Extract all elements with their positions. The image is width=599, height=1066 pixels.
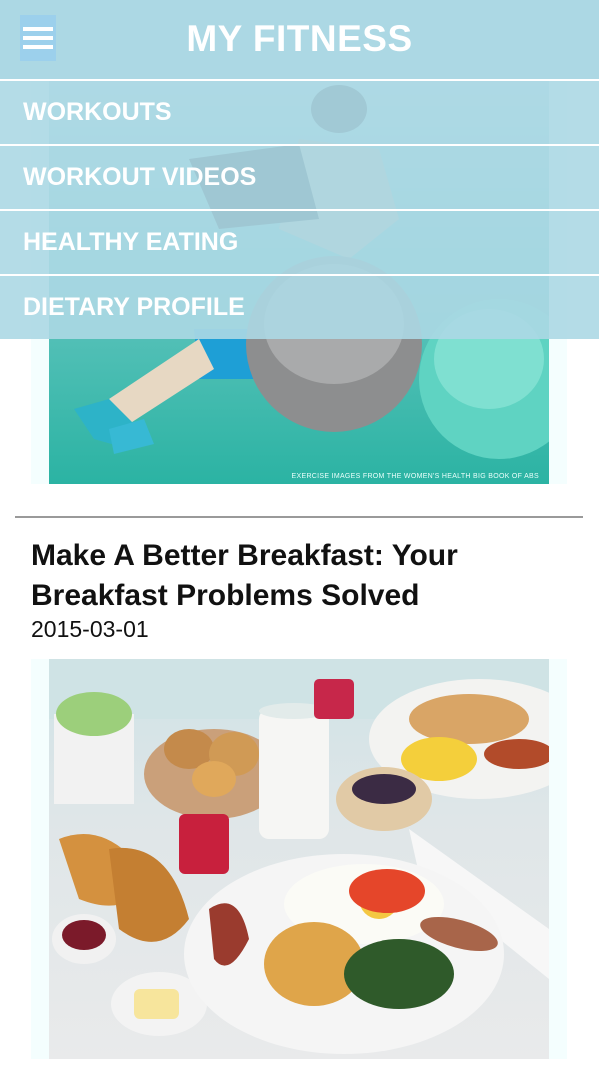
breakfast-image-card[interactable]	[31, 659, 567, 1059]
app-title: MY FITNESS	[186, 18, 413, 59]
nav-item-workout-videos[interactable]: WORKOUT VIDEOS	[0, 144, 599, 209]
nav-item-healthy-eating[interactable]: HEALTHY EATING	[0, 209, 599, 274]
dropdown-nav: WORKOUTS WORKOUT VIDEOS HEALTHY EATING D…	[0, 79, 599, 339]
app-header: MY FITNESS	[0, 0, 599, 79]
nav-item-workouts[interactable]: WORKOUTS	[0, 79, 599, 144]
article-title[interactable]: Make A Better Breakfast: Your Breakfast …	[31, 536, 571, 616]
article-date: 2015-03-01	[31, 616, 149, 642]
breakfast-illustration	[49, 659, 549, 1054]
image-credit: EXERCISE IMAGES FROM THE WOMEN'S HEALTH …	[291, 473, 539, 480]
breakfast-image[interactable]	[49, 659, 549, 1059]
nav-item-dietary-profile[interactable]: DIETARY PROFILE	[0, 274, 599, 339]
section-divider	[15, 516, 583, 518]
